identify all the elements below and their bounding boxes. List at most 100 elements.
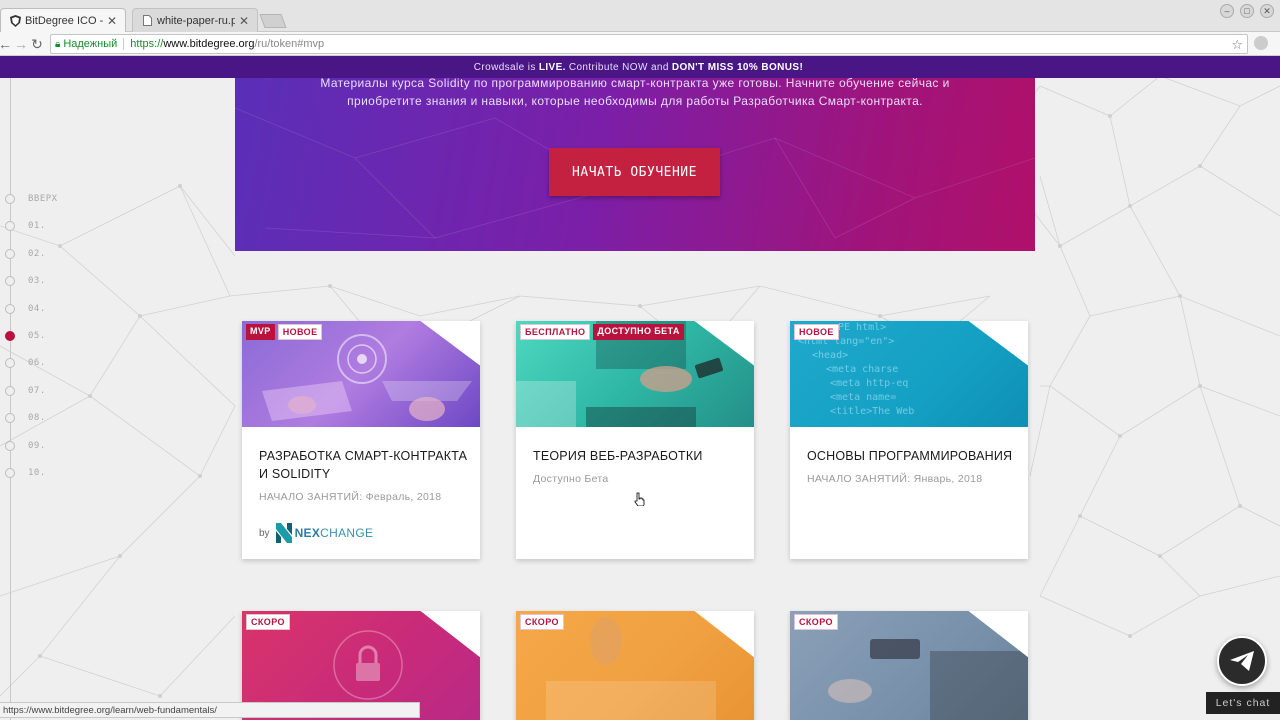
badge-mvp: MVP xyxy=(246,324,275,340)
section-nav-item[interactable]: 05. xyxy=(5,330,46,342)
course-card-web-theory[interactable]: БЕСПЛАТНО ДОСТУПНО БЕТА ТЕОРИЯ ВЕБ-РАЗРА… xyxy=(516,321,754,559)
brand-rest: CHANGE xyxy=(320,526,374,540)
close-window-icon[interactable]: ✕ xyxy=(1260,4,1274,18)
course-card-upcoming-2[interactable]: СКОРО xyxy=(516,611,754,720)
section-nav-item[interactable]: 08. xyxy=(5,412,46,424)
code-line: <title>The Web xyxy=(830,406,914,417)
section-nav-item[interactable]: ВВЕРХ xyxy=(5,193,58,205)
tab-bitdegree[interactable]: BitDegree ICO - Эволю ✕ xyxy=(0,8,126,32)
card-badges: MVP НОВОЕ xyxy=(246,324,323,340)
tab-title: white-paper-ru.pdf xyxy=(157,14,235,27)
section-nav-label: 05. xyxy=(28,331,46,341)
section-nav-label: 01. xyxy=(28,221,46,232)
banner-bonus: DON'T MISS 10% BONUS! xyxy=(671,61,804,73)
security-label: Надежный xyxy=(63,38,118,50)
browser-toolbar: ← → ↻ 🔒︎ Надежный https:// www.bitdegree… xyxy=(0,32,1280,56)
card-badges: БЕСПЛАТНО ДОСТУПНО БЕТА xyxy=(520,324,684,340)
crowdsale-banner[interactable]: Crowdsale is LIVE. Contribute NOW and DO… xyxy=(0,56,1280,78)
address-bar[interactable]: 🔒︎ Надежный https:// www.bitdegree.org /… xyxy=(50,34,1248,54)
tab-title: BitDegree ICO - Эволю xyxy=(25,14,103,27)
section-nav-dot-icon xyxy=(5,413,15,424)
section-nav-label: 03. xyxy=(28,276,46,287)
section-nav-item[interactable]: 07. xyxy=(5,385,46,397)
badge-new: НОВОЕ xyxy=(794,324,839,340)
course-card-smart-contract[interactable]: MVP НОВОЕ РАЗРАБОТКА СМАРТ-КОНТРАКТА И S… xyxy=(242,321,480,559)
url-path: /ru/token#mvp xyxy=(254,38,325,50)
course-card-upcoming-3[interactable]: СКОРО xyxy=(790,611,1028,720)
chat-button[interactable] xyxy=(1217,636,1267,686)
section-nav-line xyxy=(10,78,11,720)
section-nav-item[interactable]: 01. xyxy=(5,220,46,232)
shield-favicon-icon xyxy=(9,14,21,27)
card-badges: СКОРО xyxy=(794,614,838,630)
section-nav-item[interactable]: 06. xyxy=(5,357,46,369)
reload-icon[interactable]: ↻ xyxy=(28,35,46,53)
course-card-image: СКОРО xyxy=(790,611,1028,720)
badge-soon: СКОРО xyxy=(794,614,838,630)
tab-whitepaper[interactable]: white-paper-ru.pdf ✕ xyxy=(132,8,258,32)
browser-tab-bar: BitDegree ICO - Эволю ✕ white-paper-ru.p… xyxy=(0,0,1280,32)
course-card-image: БЕСПЛАТНО ДОСТУПНО БЕТА xyxy=(516,321,754,427)
card-badges: НОВОЕ xyxy=(794,324,839,340)
brand-bold: NEX xyxy=(294,526,321,540)
course-card-image: MVP НОВОЕ xyxy=(242,321,480,427)
section-nav-item[interactable]: 03. xyxy=(5,275,46,287)
banner-live: LIVE. xyxy=(538,61,566,73)
section-nav-dot-icon xyxy=(5,194,15,204)
badge-free: БЕСПЛАТНО xyxy=(520,324,591,340)
course-card-image: СКОРО xyxy=(516,611,754,720)
nexchange-logo-icon xyxy=(275,523,292,543)
card-start-date: НАЧАЛО ЗАНЯТИЙ: Февраль, 2018 xyxy=(259,491,442,503)
card-badges: СКОРО xyxy=(520,614,564,630)
section-nav-label: 04. xyxy=(28,303,46,314)
section-nav-item[interactable]: 09. xyxy=(5,440,46,452)
section-nav-label: ВВЕРХ xyxy=(28,194,58,204)
hero-panel: Материалы курса Solidity по программиров… xyxy=(235,68,1035,251)
tab-close-icon[interactable]: ✕ xyxy=(239,14,249,28)
card-title[interactable]: РАЗРАБОТКА СМАРТ-КОНТРАКТА И SOLIDITY xyxy=(259,447,469,483)
code-line: <meta charse xyxy=(826,364,898,375)
code-line: <meta http-eq xyxy=(830,378,908,389)
section-nav-item[interactable]: 04. xyxy=(5,303,46,315)
hero-line-2: приобретите знания и навыки, которые нео… xyxy=(347,94,923,108)
partner-by-label: by xyxy=(259,527,270,539)
code-line: <head> xyxy=(812,350,848,361)
section-nav-dot-icon xyxy=(5,385,15,396)
card-title[interactable]: ТЕОРИЯ ВЕБ-РАЗРАБОТКИ xyxy=(533,447,743,465)
lock-icon: 🔒︎ xyxy=(55,38,61,50)
card-title[interactable]: ОСНОВЫ ПРОГРАММИРОВАНИЯ xyxy=(807,447,1017,465)
section-nav-label: 10. xyxy=(28,468,46,478)
section-nav-label: 08. xyxy=(28,413,46,424)
section-nav-dot-icon xyxy=(5,276,15,287)
paper-plane-icon xyxy=(1230,651,1254,671)
section-nav-label: 02. xyxy=(28,248,46,259)
card-start-date: НАЧАЛО ЗАНЯТИЙ: Январь, 2018 xyxy=(807,473,983,485)
hero-description: Материалы курса Solidity по программиров… xyxy=(235,74,1035,110)
hand-cursor-icon xyxy=(634,492,645,506)
banner-mid: Contribute NOW and xyxy=(568,61,669,73)
card-partner: by NEXCHANGE xyxy=(259,523,373,543)
card-badges: СКОРО xyxy=(246,614,290,630)
extension-icon[interactable] xyxy=(1254,36,1268,50)
maximize-icon[interactable]: □ xyxy=(1240,4,1254,18)
code-line: PE html> xyxy=(838,322,886,333)
card-status: Доступно Бета xyxy=(533,473,609,485)
course-card-image: PE html> <html lang="en"> <head> <meta char… xyxy=(790,321,1028,427)
badge-soon: СКОРО xyxy=(520,614,564,630)
start-learning-button[interactable]: НАЧАТЬ ОБУЧЕНИЕ xyxy=(549,148,720,196)
minimize-icon[interactable]: – xyxy=(1220,4,1234,18)
tab-close-icon[interactable]: ✕ xyxy=(107,14,117,28)
section-nav-item[interactable]: 10. xyxy=(5,467,46,479)
chat-label[interactable]: Let's chat xyxy=(1206,692,1280,714)
section-nav-label: 07. xyxy=(28,385,46,396)
url-host: www.bitdegree.org xyxy=(163,38,255,50)
section-nav-dot-icon xyxy=(5,440,15,451)
section-nav-dot-icon xyxy=(5,248,15,259)
course-card-programming-basics[interactable]: PE html> <html lang="en"> <head> <meta char… xyxy=(790,321,1028,559)
bookmark-star-icon[interactable]: ☆ xyxy=(1231,37,1243,53)
section-nav-label: 06. xyxy=(28,358,46,369)
new-tab-button[interactable] xyxy=(259,14,287,28)
code-line: <meta name= xyxy=(830,392,896,403)
section-nav-dot-icon xyxy=(5,358,15,369)
section-nav-item[interactable]: 02. xyxy=(5,248,46,260)
